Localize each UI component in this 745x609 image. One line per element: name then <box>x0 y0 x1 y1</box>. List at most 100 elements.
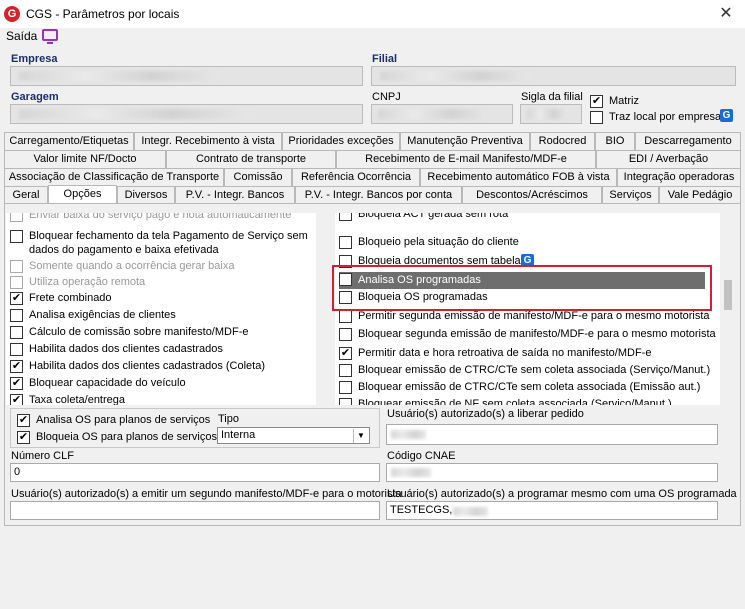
option-label: Frete combinado <box>29 292 112 304</box>
sigla-field[interactable] <box>520 104 582 124</box>
programar-os-field[interactable]: TESTECGS, <box>386 501 718 520</box>
option-bloquear-ctrc-servico[interactable]: Bloquear emissão de CTRC/CTe sem coleta … <box>339 363 719 379</box>
matriz-checkbox[interactable]: ✔ <box>590 95 603 108</box>
checkbox[interactable] <box>10 230 23 243</box>
option-permitir-segunda-emissao[interactable]: Permitir segunda emissão de manifesto/MD… <box>339 309 719 325</box>
option-operacao-remota[interactable]: Utiliza operação remota <box>10 275 320 291</box>
checkbox[interactable] <box>10 276 23 289</box>
app-logo-icon: G <box>4 6 20 22</box>
option-frete-combinado[interactable]: ✔ Frete combinado <box>10 291 320 307</box>
matriz-checkbox-row[interactable]: ✔ Matriz <box>590 94 690 110</box>
option-exigencias-clientes[interactable]: Analisa exigências de clientes <box>10 308 320 324</box>
checkbox[interactable] <box>339 310 352 323</box>
option-bloquear-fechamento[interactable]: Bloquear fechamento da tela Pagamento de… <box>10 229 320 259</box>
scroll-thumb[interactable] <box>724 280 732 310</box>
checkbox[interactable] <box>10 309 23 322</box>
tab-prioridades[interactable]: Prioridades exceções <box>282 132 400 150</box>
option-enviar-baixa[interactable]: Enviar baixa do serviço pago e nota auto… <box>10 213 320 224</box>
option-label: Bloquear segunda emissão de manifesto/MD… <box>358 328 716 340</box>
tab-carregamento[interactable]: Carregamento/Etiquetas <box>4 132 134 150</box>
numero-clf-field[interactable]: 0 <box>10 463 380 482</box>
analisa-os-planos-row[interactable]: ✔ Analisa OS para planos de serviços <box>17 413 217 429</box>
tab-integracao-operadoras[interactable]: Integração operadoras <box>617 168 741 186</box>
tab-valor-limite[interactable]: Valor limite NF/Docto <box>4 150 166 168</box>
tab-contrato[interactable]: Contrato de transporte <box>166 150 336 168</box>
close-button[interactable]: ✕ <box>712 4 740 24</box>
option-taxa-coleta[interactable]: ✔ Taxa coleta/entrega <box>10 393 320 405</box>
checkbox[interactable] <box>10 343 23 356</box>
analisa-os-planos-label: Analisa OS para planos de serviços <box>36 414 211 426</box>
traz-local-checkbox[interactable] <box>590 111 603 124</box>
left-list-scrollbar[interactable] <box>316 213 332 405</box>
cnpj-field[interactable] <box>371 104 513 124</box>
checkbox[interactable] <box>339 364 352 377</box>
option-bloquear-nf[interactable]: Bloquear emissão de NF sem coleta associ… <box>339 397 719 405</box>
option-bloquear-capacidade[interactable]: ✔ Bloquear capacidade do veículo <box>10 376 320 392</box>
checkbox[interactable] <box>339 236 352 249</box>
garagem-field[interactable] <box>10 104 363 124</box>
checkbox[interactable] <box>339 398 352 405</box>
g-info-icon[interactable]: G <box>720 109 733 122</box>
tab-pv-bancos[interactable]: P.V. - Integr. Bancos <box>175 186 295 204</box>
checkbox[interactable] <box>339 213 352 221</box>
tab-email-manifesto[interactable]: Recebimento de E-mail Manifesto/MDF-e <box>336 150 596 168</box>
tab-vale-pedagio[interactable]: Vale Pedágio <box>659 186 741 204</box>
checkbox[interactable] <box>10 260 23 273</box>
empresa-label: Empresa <box>11 53 58 65</box>
traz-local-checkbox-row[interactable]: Traz local por empresa <box>590 110 721 126</box>
option-bloqueio-situacao[interactable]: Bloqueio pela situação do cliente <box>339 235 709 251</box>
monitor-icon[interactable] <box>42 29 58 44</box>
option-bloquear-segunda-emissao[interactable]: Bloquear segunda emissão de manifesto/MD… <box>339 327 719 343</box>
tab-bio[interactable]: BIO <box>595 132 635 150</box>
checkbox[interactable]: ✔ <box>10 394 23 405</box>
tab-opcoes[interactable]: Opções <box>48 185 117 205</box>
tab-associacao[interactable]: Associação de Classificação de Transport… <box>4 168 224 186</box>
tab-geral[interactable]: Geral <box>4 186 48 204</box>
filial-field[interactable] <box>371 66 736 86</box>
tab-rodocred[interactable]: Rodocred <box>530 132 595 150</box>
codigo-cnae-field[interactable] <box>386 463 718 482</box>
option-permitir-data-retroativa[interactable]: ✔ Permitir data e hora retroativa de saí… <box>339 346 719 362</box>
option-label: Bloqueia ACT gerada sem rota <box>358 213 509 220</box>
option-bloquear-ctrc-emissao[interactable]: Bloquear emissão de CTRC/CTe sem coleta … <box>339 380 719 396</box>
checkbox[interactable]: ✔ <box>10 377 23 390</box>
tab-diversos[interactable]: Diversos <box>117 186 175 204</box>
option-label: Cálculo de comissão sobre manifesto/MDF-… <box>29 326 249 338</box>
tab-referencia[interactable]: Referência Ocorrência <box>292 168 420 186</box>
checkbox[interactable] <box>339 381 352 394</box>
bloqueia-os-planos-row[interactable]: ✔ Bloqueia OS para planos de serviços <box>17 430 217 446</box>
checkbox[interactable]: ✔ <box>339 347 352 360</box>
option-calculo-comissao[interactable]: Cálculo de comissão sobre manifesto/MDF-… <box>10 325 320 341</box>
chevron-down-icon[interactable]: ▼ <box>353 429 368 443</box>
option-bloqueia-act[interactable]: Bloqueia ACT gerada sem rota <box>339 213 709 223</box>
tab-pv-bancos-conta[interactable]: P.V. - Integr. Bancos por conta <box>295 186 462 204</box>
tipo-select[interactable]: Interna ▼ <box>217 427 370 444</box>
analisa-os-planos-checkbox[interactable]: ✔ <box>17 414 30 427</box>
checkbox[interactable] <box>339 328 352 341</box>
bloqueia-os-planos-checkbox[interactable]: ✔ <box>17 431 30 444</box>
option-label: Bloquear emissão de CTRC/CTe sem coleta … <box>358 381 701 393</box>
segundo-manifesto-field[interactable] <box>10 501 380 520</box>
option-somente-ocorrencia[interactable]: Somente quando a ocorrência gerar baixa <box>10 259 320 275</box>
checkbox[interactable] <box>10 213 23 222</box>
option-label: Bloquear emissão de NF sem coleta associ… <box>358 398 672 405</box>
numero-clf-value: 0 <box>14 466 21 478</box>
tab-manutencao[interactable]: Manutenção Preventiva <box>400 132 530 150</box>
tab-comissao[interactable]: Comissão <box>224 168 292 186</box>
option-habilita-dados[interactable]: Habilita dados dos clientes cadastrados <box>10 342 320 358</box>
tab-descontos[interactable]: Descontos/Acréscimos <box>462 186 602 204</box>
menu-saida[interactable]: Saída <box>6 29 37 43</box>
tab-integr-recebimento[interactable]: Integr. Recebimento à vista <box>134 132 282 150</box>
tab-recebimento-fob[interactable]: Recebimento automático FOB à vista <box>420 168 617 186</box>
tab-servicos[interactable]: Serviços <box>602 186 659 204</box>
tipo-select-value: Interna <box>221 429 256 441</box>
option-habilita-dados-coleta[interactable]: ✔ Habilita dados dos clientes cadastrado… <box>10 359 320 375</box>
checkbox[interactable]: ✔ <box>10 292 23 305</box>
checkbox[interactable] <box>10 326 23 339</box>
liberar-pedido-field[interactable] <box>386 424 718 445</box>
empresa-field[interactable] <box>10 66 363 86</box>
checkbox[interactable]: ✔ <box>10 360 23 373</box>
tab-edi[interactable]: EDI / Averbação <box>596 150 741 168</box>
tab-descarregamento[interactable]: Descarregamento <box>635 132 741 150</box>
codigo-cnae-label: Código CNAE <box>387 450 456 462</box>
